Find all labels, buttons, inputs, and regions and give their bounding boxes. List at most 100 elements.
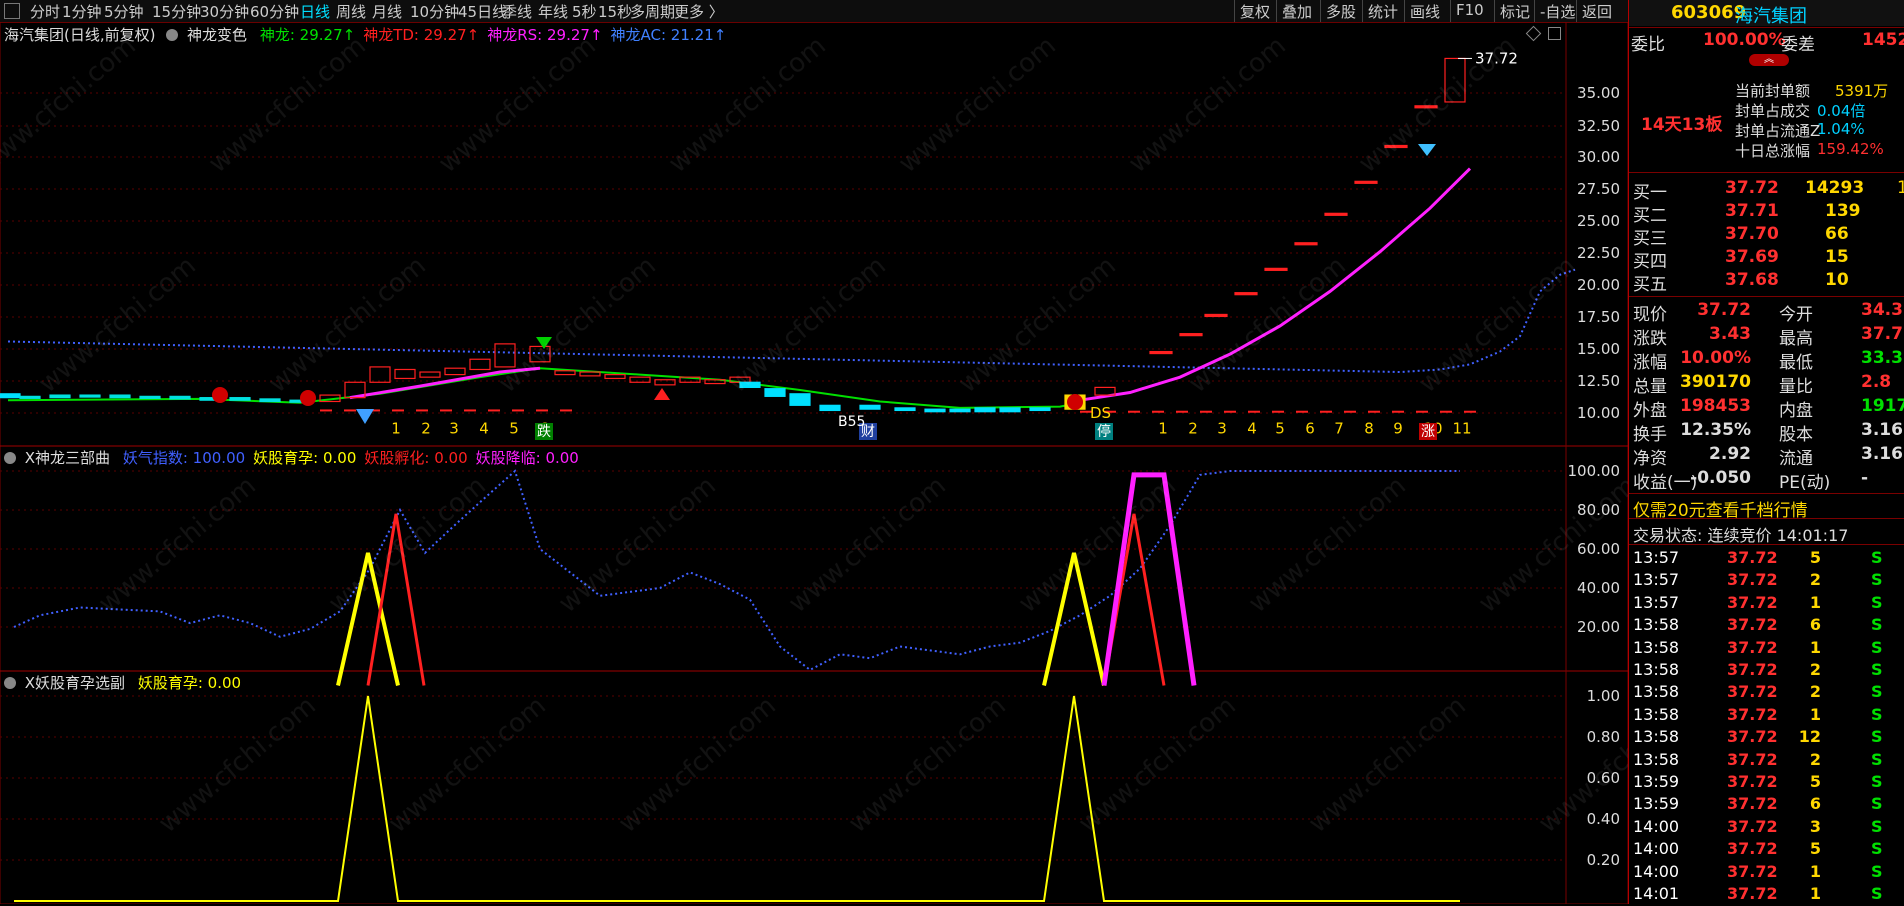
- tick-price: 37.72: [1727, 727, 1778, 747]
- toolbar-action-7[interactable]: -自选: [1540, 1, 1575, 22]
- tick-row: 13:58 37.72 2 S: [1629, 682, 1904, 704]
- toolbar-action-0[interactable]: 复权: [1240, 1, 1270, 22]
- stat-key: 收益(一): [1633, 473, 1698, 493]
- bid-price: 37.72: [1725, 178, 1779, 198]
- period-tab-8[interactable]: 月线: [372, 1, 402, 22]
- panel2-header: X神龙三部曲 妖气指数: 100.00 妖股育孕: 0.00 妖股孵化: 0.00 妖…: [4, 447, 579, 468]
- tick-row: 13:57 37.72 1 S: [1629, 593, 1904, 615]
- candle: [419, 371, 441, 378]
- count-label: 8: [1364, 420, 1374, 438]
- toolbar-separator: [1494, 0, 1495, 22]
- count-label: 2: [421, 420, 431, 438]
- toolbar-action-1[interactable]: 叠加: [1282, 1, 1312, 22]
- bid-volume: 139: [1825, 201, 1861, 221]
- count-label: 6: [1305, 420, 1315, 438]
- seal-info-key: 当前封单额: [1735, 82, 1811, 100]
- tick-time: 13:57: [1633, 592, 1680, 612]
- tick-time: 13:57: [1633, 548, 1680, 567]
- stock-name: 海汽集团: [1735, 6, 1807, 27]
- wei-cha-label: 委差: [1781, 35, 1815, 55]
- bid-volume: 15: [1825, 247, 1849, 267]
- stat-key: 最高: [1779, 329, 1813, 349]
- candle: [949, 408, 971, 413]
- tick-row: 14:01 37.72 1 S: [1629, 884, 1904, 906]
- main-legend-1: 神龙TD: 29.27↑: [363, 26, 480, 44]
- tick-volume: 2: [1809, 749, 1821, 769]
- period-tab-12[interactable]: 年线: [538, 1, 568, 22]
- period-tab-11[interactable]: 季线: [502, 1, 532, 22]
- candle: [259, 398, 281, 403]
- bid-row[interactable]: 买一 37.72 14293 1: [1629, 178, 1904, 203]
- toolbar-action-2[interactable]: 多股: [1326, 1, 1356, 22]
- bid-row[interactable]: 买二 37.71 139: [1629, 201, 1904, 226]
- period-tab-14[interactable]: 15秒: [598, 1, 632, 22]
- candle: [554, 370, 576, 376]
- expand-icon[interactable]: ︽: [1749, 54, 1789, 66]
- trade-status: 交易状态: 连续竞价 14:01:17: [1633, 526, 1849, 545]
- period-tab-4[interactable]: 30分钟: [200, 1, 249, 22]
- toolbar-action-6[interactable]: 标记: [1500, 1, 1530, 22]
- period-tab-2[interactable]: 5分钟: [104, 1, 144, 22]
- bid-row[interactable]: 买五 37.68 10: [1629, 270, 1904, 295]
- count-label: 11: [1452, 420, 1471, 438]
- seal-info-value: 159.42%: [1817, 140, 1884, 158]
- period-tab-10[interactable]: 45日线: [458, 1, 507, 22]
- tick-price: 37.72: [1727, 637, 1778, 657]
- tick-side: S: [1871, 772, 1883, 791]
- main-legend-3: 神龙AC: 21.21↑: [610, 26, 727, 44]
- toolbar-action-8[interactable]: 返回: [1582, 1, 1612, 22]
- period-tab-5[interactable]: 60分钟: [250, 1, 299, 22]
- period-tab-9[interactable]: 10分钟: [410, 1, 459, 22]
- seal-info-row: 封单占成交 0.04倍: [1629, 100, 1904, 122]
- pane-close-icon[interactable]: [1548, 27, 1561, 40]
- period-tab-16[interactable]: 更多 〉: [674, 1, 724, 22]
- toolbar-action-5[interactable]: F10: [1456, 1, 1484, 19]
- toolbar-action-3[interactable]: 统计: [1368, 1, 1398, 22]
- tick-price: 37.72: [1727, 682, 1778, 702]
- y-axis-label: 12.50: [1577, 372, 1620, 390]
- toolbar-action-4[interactable]: 画线: [1410, 1, 1440, 22]
- stat-value: 2.92: [1709, 444, 1751, 464]
- stat-value: 37.72: [1697, 300, 1751, 320]
- period-tab-1[interactable]: 1分钟: [62, 1, 102, 22]
- bid-label: 买五: [1633, 275, 1667, 295]
- period-tab-6[interactable]: 日线: [300, 1, 330, 22]
- seal-info-row: 封单占流通Z 1.04%: [1629, 120, 1904, 142]
- candle: [169, 395, 191, 400]
- y-axis-label: 27.50: [1577, 180, 1620, 198]
- panel3-axis-label: 0.20: [1587, 851, 1620, 869]
- candle: [229, 397, 251, 401]
- stat-key: 流通: [1779, 449, 1813, 469]
- stat-key: 涨跌: [1633, 329, 1667, 349]
- stat-value: 12.35%: [1680, 420, 1751, 440]
- period-tab-0[interactable]: 分时: [30, 1, 60, 22]
- candle: [19, 395, 41, 399]
- wei-bi-label: 委比: [1631, 35, 1665, 55]
- tick-price: 37.72: [1727, 548, 1778, 567]
- panel2-toggle-icon[interactable]: [4, 452, 16, 464]
- panel-toggle-icon[interactable]: [4, 3, 20, 19]
- bid-row[interactable]: 买三 37.70 66: [1629, 224, 1904, 249]
- tick-time: 14:00: [1633, 861, 1680, 881]
- toolbar-separator: [1534, 0, 1535, 22]
- stat-value: -: [1861, 468, 1869, 488]
- candle: [789, 393, 811, 406]
- period-tab-15[interactable]: 多周期: [630, 1, 675, 22]
- tick-price: 37.72: [1727, 794, 1778, 814]
- indicator-toggle-icon[interactable]: [166, 29, 179, 41]
- stat-row: 现价 37.72 今开 34.3: [1629, 300, 1904, 325]
- period-tab-13[interactable]: 5秒: [572, 1, 597, 22]
- bid-row[interactable]: 买四 37.69 15: [1629, 247, 1904, 272]
- toolbar-separator: [1362, 0, 1363, 22]
- tick-side: S: [1871, 570, 1883, 590]
- stat-row: 换手 12.35% 股本 3.16: [1629, 420, 1904, 445]
- stat-value: 33.3: [1861, 348, 1903, 368]
- candle: [0, 393, 21, 399]
- seal-info-value: 5391万: [1835, 82, 1889, 100]
- period-tab-3[interactable]: 15分钟: [152, 1, 201, 22]
- candle: [924, 408, 946, 413]
- panel3-toggle-icon[interactable]: [4, 677, 16, 689]
- stat-value: 3.43: [1709, 324, 1751, 344]
- period-tab-7[interactable]: 周线: [336, 1, 366, 22]
- tick-side: S: [1871, 884, 1883, 903]
